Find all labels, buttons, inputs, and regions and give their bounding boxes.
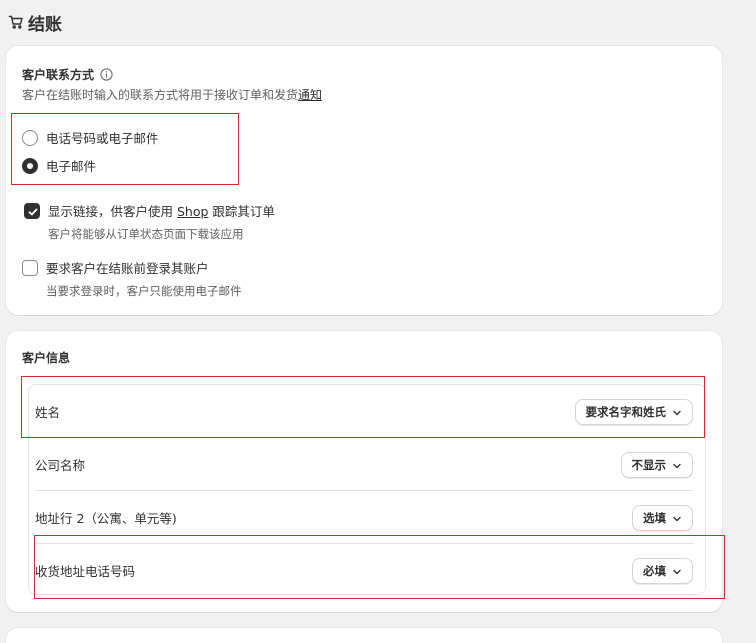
- address2-select-value: 选填: [643, 510, 666, 525]
- chevron-down-icon: [672, 407, 682, 417]
- contact-method-description: 客户在结账时输入的联系方式将用于接收订单和发货通知: [22, 86, 322, 103]
- field-label-address2: 地址行 2（公寓、单元等): [35, 511, 177, 526]
- field-row-company: 公司名称 不显示: [29, 438, 705, 491]
- field-label-company: 公司名称: [35, 458, 86, 473]
- next-section-card: [6, 628, 722, 643]
- radio-phone-or-email-label: 电话号码或电子邮件: [46, 131, 159, 146]
- name-select-value: 要求名字和姓氏: [585, 404, 667, 419]
- radio-phone-or-email[interactable]: 电话号码或电子邮件: [22, 128, 159, 147]
- show-link-prefix: 显示链接，供客户使用: [48, 204, 177, 219]
- field-row-name: 姓名 要求名字和姓氏: [29, 385, 705, 438]
- shipping-phone-select[interactable]: 必填: [632, 557, 693, 584]
- contact-method-heading: 客户联系方式: [22, 66, 113, 83]
- checkmark-icon: [28, 208, 38, 215]
- info-icon[interactable]: [100, 68, 113, 81]
- radio-email-label: 电子邮件: [46, 159, 97, 174]
- company-select-value: 不显示: [631, 457, 667, 472]
- show-shop-link-checkbox-control[interactable]: [24, 202, 40, 219]
- contact-method-title: 客户联系方式: [22, 68, 95, 82]
- require-login-help: 当要求登录时，客户只能使用电子邮件: [46, 284, 242, 298]
- radio-phone-or-email-control[interactable]: [22, 129, 38, 146]
- chevron-down-icon: [672, 513, 682, 523]
- shop-link[interactable]: Shop: [177, 204, 208, 219]
- field-row-address2: 地址行 2（公寓、单元等) 选填: [29, 491, 705, 544]
- require-login-label: 要求客户在结账前登录其账户: [46, 261, 209, 276]
- customer-info-title: 客户信息: [22, 351, 71, 365]
- radio-email[interactable]: 电子邮件: [22, 156, 96, 175]
- contact-method-card: 客户联系方式 客户在结账时输入的联系方式将用于接收订单和发货通知 电话号码或电子…: [6, 46, 722, 315]
- chevron-down-icon: [672, 566, 682, 576]
- shipping-phone-select-value: 必填: [643, 563, 666, 578]
- require-login-checkbox-control[interactable]: [22, 259, 38, 276]
- page-title: 结账: [28, 14, 62, 35]
- notifications-link[interactable]: 通知: [298, 88, 322, 102]
- cart-icon: [8, 14, 24, 30]
- radio-email-control[interactable]: [22, 157, 38, 174]
- chevron-down-icon: [672, 460, 682, 470]
- require-login-checkbox[interactable]: 要求客户在结账前登录其账户: [22, 258, 209, 277]
- show-shop-link-label: 显示链接，供客户使用 Shop 跟踪其订单: [48, 201, 275, 220]
- company-select[interactable]: 不显示: [620, 451, 693, 478]
- show-link-suffix: 跟踪其订单: [208, 204, 275, 219]
- field-label-shipping-phone: 收货地址电话号码: [35, 564, 136, 579]
- field-label-name: 姓名: [35, 405, 61, 420]
- name-select[interactable]: 要求名字和姓氏: [574, 398, 693, 425]
- contact-desc-text: 客户在结账时输入的联系方式将用于接收订单和发货: [22, 88, 299, 102]
- show-shop-link-checkbox[interactable]: 显示链接，供客户使用 Shop 跟踪其订单: [24, 201, 275, 220]
- show-shop-link-help: 客户将能够从订单状态页面下载该应用: [48, 227, 244, 241]
- customer-info-field-list: 姓名 要求名字和姓氏 公司名称 不显示 地址行 2（公寓、单元等) 选填 收货地…: [28, 384, 706, 595]
- address2-select[interactable]: 选填: [632, 504, 693, 531]
- page-header: 结账: [8, 10, 62, 35]
- field-row-shipping-phone: 收货地址电话号码 必填: [29, 544, 705, 597]
